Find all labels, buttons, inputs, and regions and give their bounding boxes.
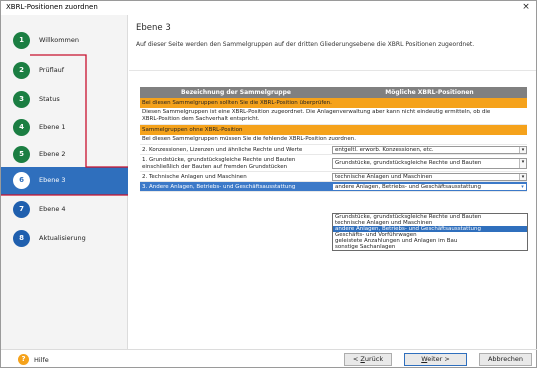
group-name: 2. Technische Anlagen und Maschinen (142, 174, 247, 180)
step-ebene-3[interactable]: 6 Ebene 3 (1, 167, 128, 195)
help-icon[interactable]: ? (18, 354, 29, 365)
back-button[interactable]: < Zurück (344, 353, 392, 366)
footer-divider (1, 349, 537, 350)
select-value: andere Anlagen, Betriebs- und Geschäftsa… (335, 184, 481, 190)
close-icon[interactable]: × (520, 1, 532, 14)
step-number-badge: 3 (13, 91, 30, 108)
table-header: Bezeichnung der Sammelgruppe Mögliche XB… (140, 87, 527, 98)
step-label: Status (39, 95, 60, 103)
step-number-badge: 2 (13, 62, 30, 79)
chevron-down-icon[interactable]: ▾ (519, 147, 526, 153)
select-value: Grundstücke, grundstücksgleiche Rechte u… (335, 160, 482, 166)
select-value: entgeltl. erworb. Konzessionen, etc. (335, 147, 434, 153)
step-label: Prüflauf (39, 66, 65, 74)
xbrl-position-dropdown-list[interactable]: Grundstücke, grundstücksgleiche Rechte u… (332, 213, 528, 251)
group-name: 1. Grundstücke, grundstücksgleiche Recht… (142, 157, 330, 171)
group-name: 2. Konzessionen, Lizenzen und ähnliche R… (142, 147, 303, 153)
step-number-badge: 6 (13, 172, 30, 189)
step-label: Willkommen (39, 36, 79, 44)
group-name-line: 1. Grundstücke, grundstücksgleiche Recht… (142, 157, 296, 163)
table-row-selected[interactable]: 3. Andere Anlagen, Betriebs- und Geschäf… (140, 182, 527, 192)
table-row[interactable]: 1. Grundstücke, grundstücksgleiche Recht… (140, 155, 527, 172)
page-description: Auf dieser Seite werden den Sammelgruppe… (136, 41, 475, 48)
chevron-down-icon[interactable]: ▾ (519, 174, 526, 180)
step-label: Ebene 1 (39, 123, 66, 131)
next-button[interactable]: Weiter > (404, 353, 467, 366)
step-label: Ebene 2 (39, 150, 66, 158)
wizard-steps-sidebar: 1 Willkommen 2 Prüflauf 3 Status 4 Ebene… (1, 15, 128, 349)
dropdown-option[interactable]: sonstige Sachanlagen (333, 244, 527, 250)
section-missing-title: Sammelgruppen ohne XBRL-Position (140, 125, 527, 135)
select-value: technische Anlagen und Maschinen (335, 174, 433, 180)
title-bar: XBRL-Positionen zuordnen × (1, 1, 536, 15)
wizard-window: XBRL-Positionen zuordnen × 1 Willkommen … (0, 0, 537, 368)
step-status[interactable]: 3 Status (1, 86, 128, 113)
header-divider (129, 70, 536, 71)
step-number-badge: 4 (13, 119, 30, 136)
cancel-button[interactable]: Abbrechen (479, 353, 532, 366)
button-label-part: eiter > (427, 355, 450, 363)
button-label-part: urück (364, 355, 384, 363)
chevron-down-icon[interactable]: ▾ (519, 159, 526, 168)
section-missing-note: Bei diesen Sammelgruppen müssen Sie die … (140, 135, 527, 145)
group-name-line: einschließlich der Bauten auf fremden Gr… (142, 164, 288, 170)
assignment-table: Bezeichnung der Sammelgruppe Mögliche XB… (140, 87, 527, 192)
step-ebene-2[interactable]: 5 Ebene 2 (1, 141, 128, 168)
section-check-note: Diesen Sammelgruppen ist eine XBRL-Posit… (140, 108, 527, 125)
help-link[interactable]: Hilfe (34, 356, 49, 364)
step-number-badge: 5 (13, 146, 30, 163)
step-number-badge: 7 (13, 201, 30, 218)
table-row[interactable]: 2. Konzessionen, Lizenzen und ähnliche R… (140, 145, 527, 155)
xbrl-position-select[interactable]: Grundstücke, grundstücksgleiche Rechte u… (332, 158, 527, 169)
xbrl-position-select[interactable]: entgeltl. erworb. Konzessionen, etc. ▾ (332, 146, 527, 154)
step-label: Aktualisierung (39, 234, 86, 242)
step-welcome[interactable]: 1 Willkommen (1, 27, 128, 54)
table-row[interactable]: 2. Technische Anlagen und Maschinen tech… (140, 172, 527, 182)
xbrl-position-select-open[interactable]: andere Anlagen, Betriebs- und Geschäftsa… (332, 183, 527, 191)
window-title: XBRL-Positionen zuordnen (6, 3, 98, 11)
section-check-title: Bei diesen Sammelgruppen sollten Sie die… (140, 98, 527, 108)
step-ebene-1[interactable]: 4 Ebene 1 (1, 114, 128, 141)
step-number-badge: 8 (13, 230, 30, 247)
column-header-positions: Mögliche XBRL-Positionen (385, 89, 474, 96)
xbrl-position-select[interactable]: technische Anlagen und Maschinen ▾ (332, 173, 527, 181)
note-line: XBRL-Position dem Sachverhalt entspricht… (142, 116, 260, 122)
step-pruflauf[interactable]: 2 Prüflauf (1, 57, 128, 84)
chevron-down-icon[interactable]: ▾ (519, 184, 526, 190)
step-number-badge: 1 (13, 32, 30, 49)
page-title: Ebene 3 (136, 23, 171, 33)
note-line: Diesen Sammelgruppen ist eine XBRL-Posit… (142, 109, 491, 115)
main-content: Ebene 3 Auf dieser Seite werden den Samm… (129, 15, 536, 349)
column-header-name: Bezeichnung der Sammelgruppe (181, 89, 291, 96)
step-label: Ebene 3 (39, 176, 66, 184)
group-name: 3. Andere Anlagen, Betriebs- und Geschäf… (142, 184, 296, 190)
step-label: Ebene 4 (39, 205, 66, 213)
step-aktualisierung[interactable]: 8 Aktualisierung (1, 225, 128, 252)
step-ebene-4[interactable]: 7 Ebene 4 (1, 196, 128, 223)
